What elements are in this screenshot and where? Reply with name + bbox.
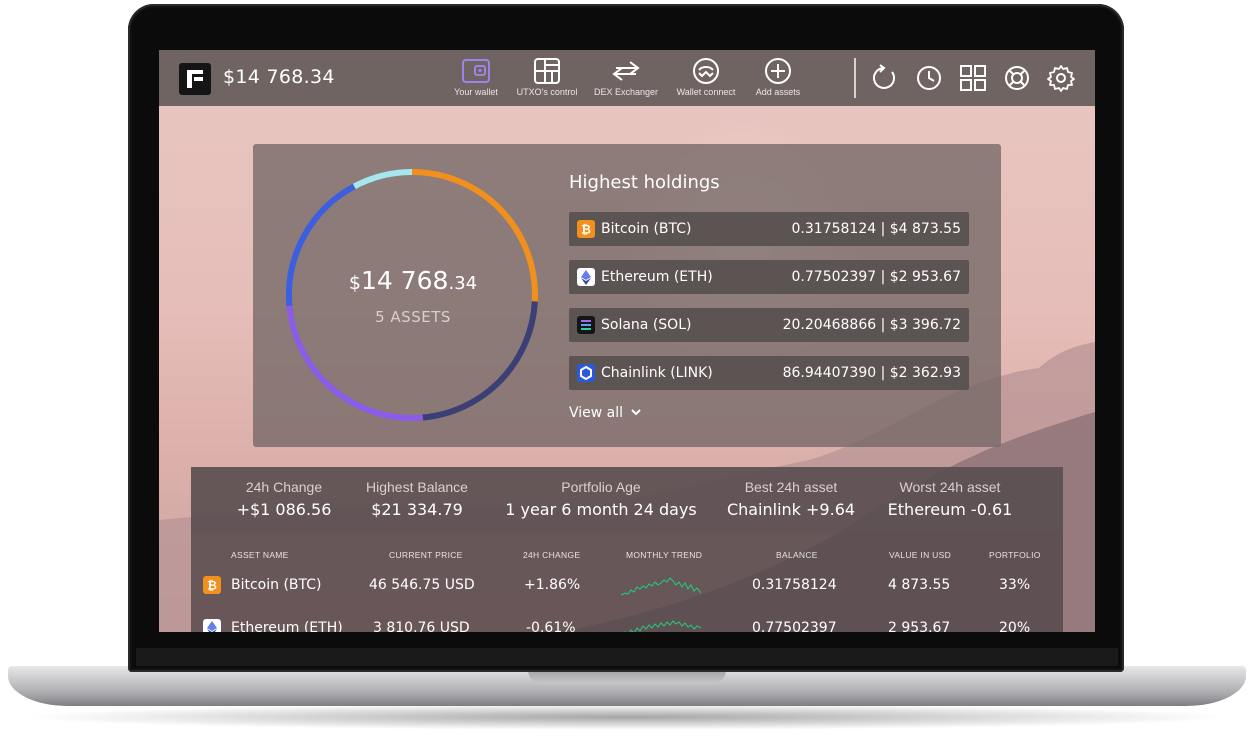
stat-best-24h-asset: Best 24h asset Chainlink +9.64 — [726, 479, 856, 519]
holding-name: Ethereum (ETH) — [601, 269, 713, 285]
holding-value: 20.20468866 | $3 396.72 — [782, 317, 961, 333]
portfolio-stats-panel: 24h Change +$1 086.56 Highest Balance $21 … — [191, 467, 1063, 632]
support-icon[interactable] — [1003, 64, 1031, 92]
cell-asset-name: Bitcoin (BTC) — [231, 577, 322, 593]
stat-highest-balance: Highest Balance $21 334.79 — [366, 479, 468, 519]
monthly-trend-sparkline — [623, 620, 701, 632]
donut-segment-cyan — [352, 169, 413, 190]
svg-text:₿: ₿ — [581, 223, 591, 237]
nav-divider — [854, 58, 856, 98]
view-all-label: View all — [569, 405, 624, 421]
holding-row[interactable]: ₿ Bitcoin (BTC) 0.31758124 | $4 873.55 — [569, 212, 969, 246]
wallet-icon — [462, 59, 490, 83]
stat-portfolio-age: Portfolio Age 1 year 6 month 24 days — [505, 479, 697, 519]
bitcoin-icon: ₿ — [577, 220, 595, 238]
chainlink-icon — [577, 364, 595, 382]
holding-value: 86.94407390 | $2 362.93 — [782, 365, 961, 381]
solana-icon — [577, 316, 595, 334]
top-total-balance: $14 768.34 — [223, 66, 335, 88]
dashboard-icon[interactable] — [959, 64, 987, 92]
holding-value: 0.77502397 | $2 953.67 — [791, 269, 961, 285]
holding-value: 0.31758124 | $4 873.55 — [791, 221, 961, 237]
holding-row[interactable]: Solana (SOL) 20.20468866 | $3 396.72 — [569, 308, 969, 342]
holding-row[interactable]: Chainlink (LINK) 86.94407390 | $2 362.93 — [569, 356, 969, 390]
stat-24h-change: 24h Change +$1 086.56 — [236, 479, 332, 519]
th-value-in-usd[interactable]: VALUE IN USD — [889, 550, 951, 560]
cell-value-in-usd: 4 873.55 — [888, 577, 951, 593]
cell-balance: 0.31758124 — [752, 577, 837, 593]
nav-add-assets[interactable]: Add assets — [735, 58, 821, 97]
donut-total: $14 768.34 — [348, 266, 478, 295]
cell-portfolio: 20% — [999, 620, 1031, 632]
th-24h-change[interactable]: 24H CHANGE — [523, 550, 580, 560]
svg-text:₿: ₿ — [207, 579, 217, 593]
bitcoin-icon: ₿ — [203, 576, 221, 594]
nav-label: Add assets — [755, 87, 801, 97]
holding-name: Solana (SOL) — [601, 317, 692, 333]
nav-label: UTXO's control — [516, 87, 578, 97]
portfolio-summary: $14 768.34 5 ASSETS Highest holdings ₿ B… — [253, 144, 1001, 447]
app-screen: $14 768.34 Your wallet UTXO's control DE… — [159, 50, 1095, 632]
cell-current-price: 3 810.76 USD — [373, 620, 470, 632]
table-row[interactable]: ₿ Bitcoin (BTC) 46 546.75 USD +1.86% 0.3… — [191, 568, 1063, 604]
th-asset-name[interactable]: ASSET NAME — [231, 550, 289, 560]
laptop-shadow — [20, 704, 1234, 730]
grid-icon — [534, 58, 560, 84]
th-monthly-trend[interactable]: MONTHLY TREND — [626, 550, 702, 560]
settings-icon[interactable] — [1047, 64, 1075, 92]
highest-holdings-title: Highest holdings — [569, 172, 720, 193]
stat-worst-24h-asset: Worst 24h asset Ethereum -0.61 — [887, 479, 1013, 519]
th-current-price[interactable]: CURRENT PRICE — [389, 550, 463, 560]
holding-name: Chainlink (LINK) — [601, 365, 713, 381]
th-portfolio[interactable]: PORTFOLIO — [989, 550, 1041, 560]
ethereum-icon — [203, 619, 221, 632]
th-balance[interactable]: BALANCE — [776, 550, 818, 560]
laptop-bezel — [136, 632, 1118, 666]
app-logo[interactable] — [179, 63, 211, 95]
nav-dex-exchanger[interactable]: DEX Exchanger — [583, 58, 669, 97]
nav-utxo-control[interactable]: UTXO's control — [504, 58, 590, 97]
cell-24h-change: -0.61% — [526, 620, 576, 632]
chevron-down-icon — [631, 409, 642, 416]
cell-value-in-usd: 2 953.67 — [888, 620, 951, 632]
cell-balance: 0.77502397 — [752, 620, 837, 632]
assets-count: 5 ASSETS — [375, 308, 451, 326]
table-row[interactable]: Ethereum (ETH) 3 810.76 USD -0.61% 0.775… — [191, 611, 1063, 632]
cell-portfolio: 33% — [999, 577, 1031, 593]
top-bar: $14 768.34 Your wallet UTXO's control DE… — [159, 50, 1095, 106]
view-all-link[interactable]: View all — [569, 405, 642, 421]
refresh-icon[interactable] — [870, 64, 898, 92]
cell-24h-change: +1.86% — [524, 577, 581, 593]
allocation-donut-chart — [286, 169, 538, 421]
cell-current-price: 46 546.75 USD — [369, 577, 475, 593]
plus-circle-icon — [765, 58, 791, 84]
monthly-trend-sparkline — [621, 577, 701, 596]
exchange-icon — [612, 61, 640, 81]
ethereum-icon — [577, 268, 595, 286]
clock-icon[interactable] — [915, 64, 943, 92]
holding-name: Bitcoin (BTC) — [601, 221, 692, 237]
wallet-connect-icon — [693, 58, 719, 84]
nav-label: DEX Exchanger — [593, 87, 659, 97]
holding-row[interactable]: Ethereum (ETH) 0.77502397 | $2 953.67 — [569, 260, 969, 294]
cell-asset-name: Ethereum (ETH) — [231, 620, 343, 632]
